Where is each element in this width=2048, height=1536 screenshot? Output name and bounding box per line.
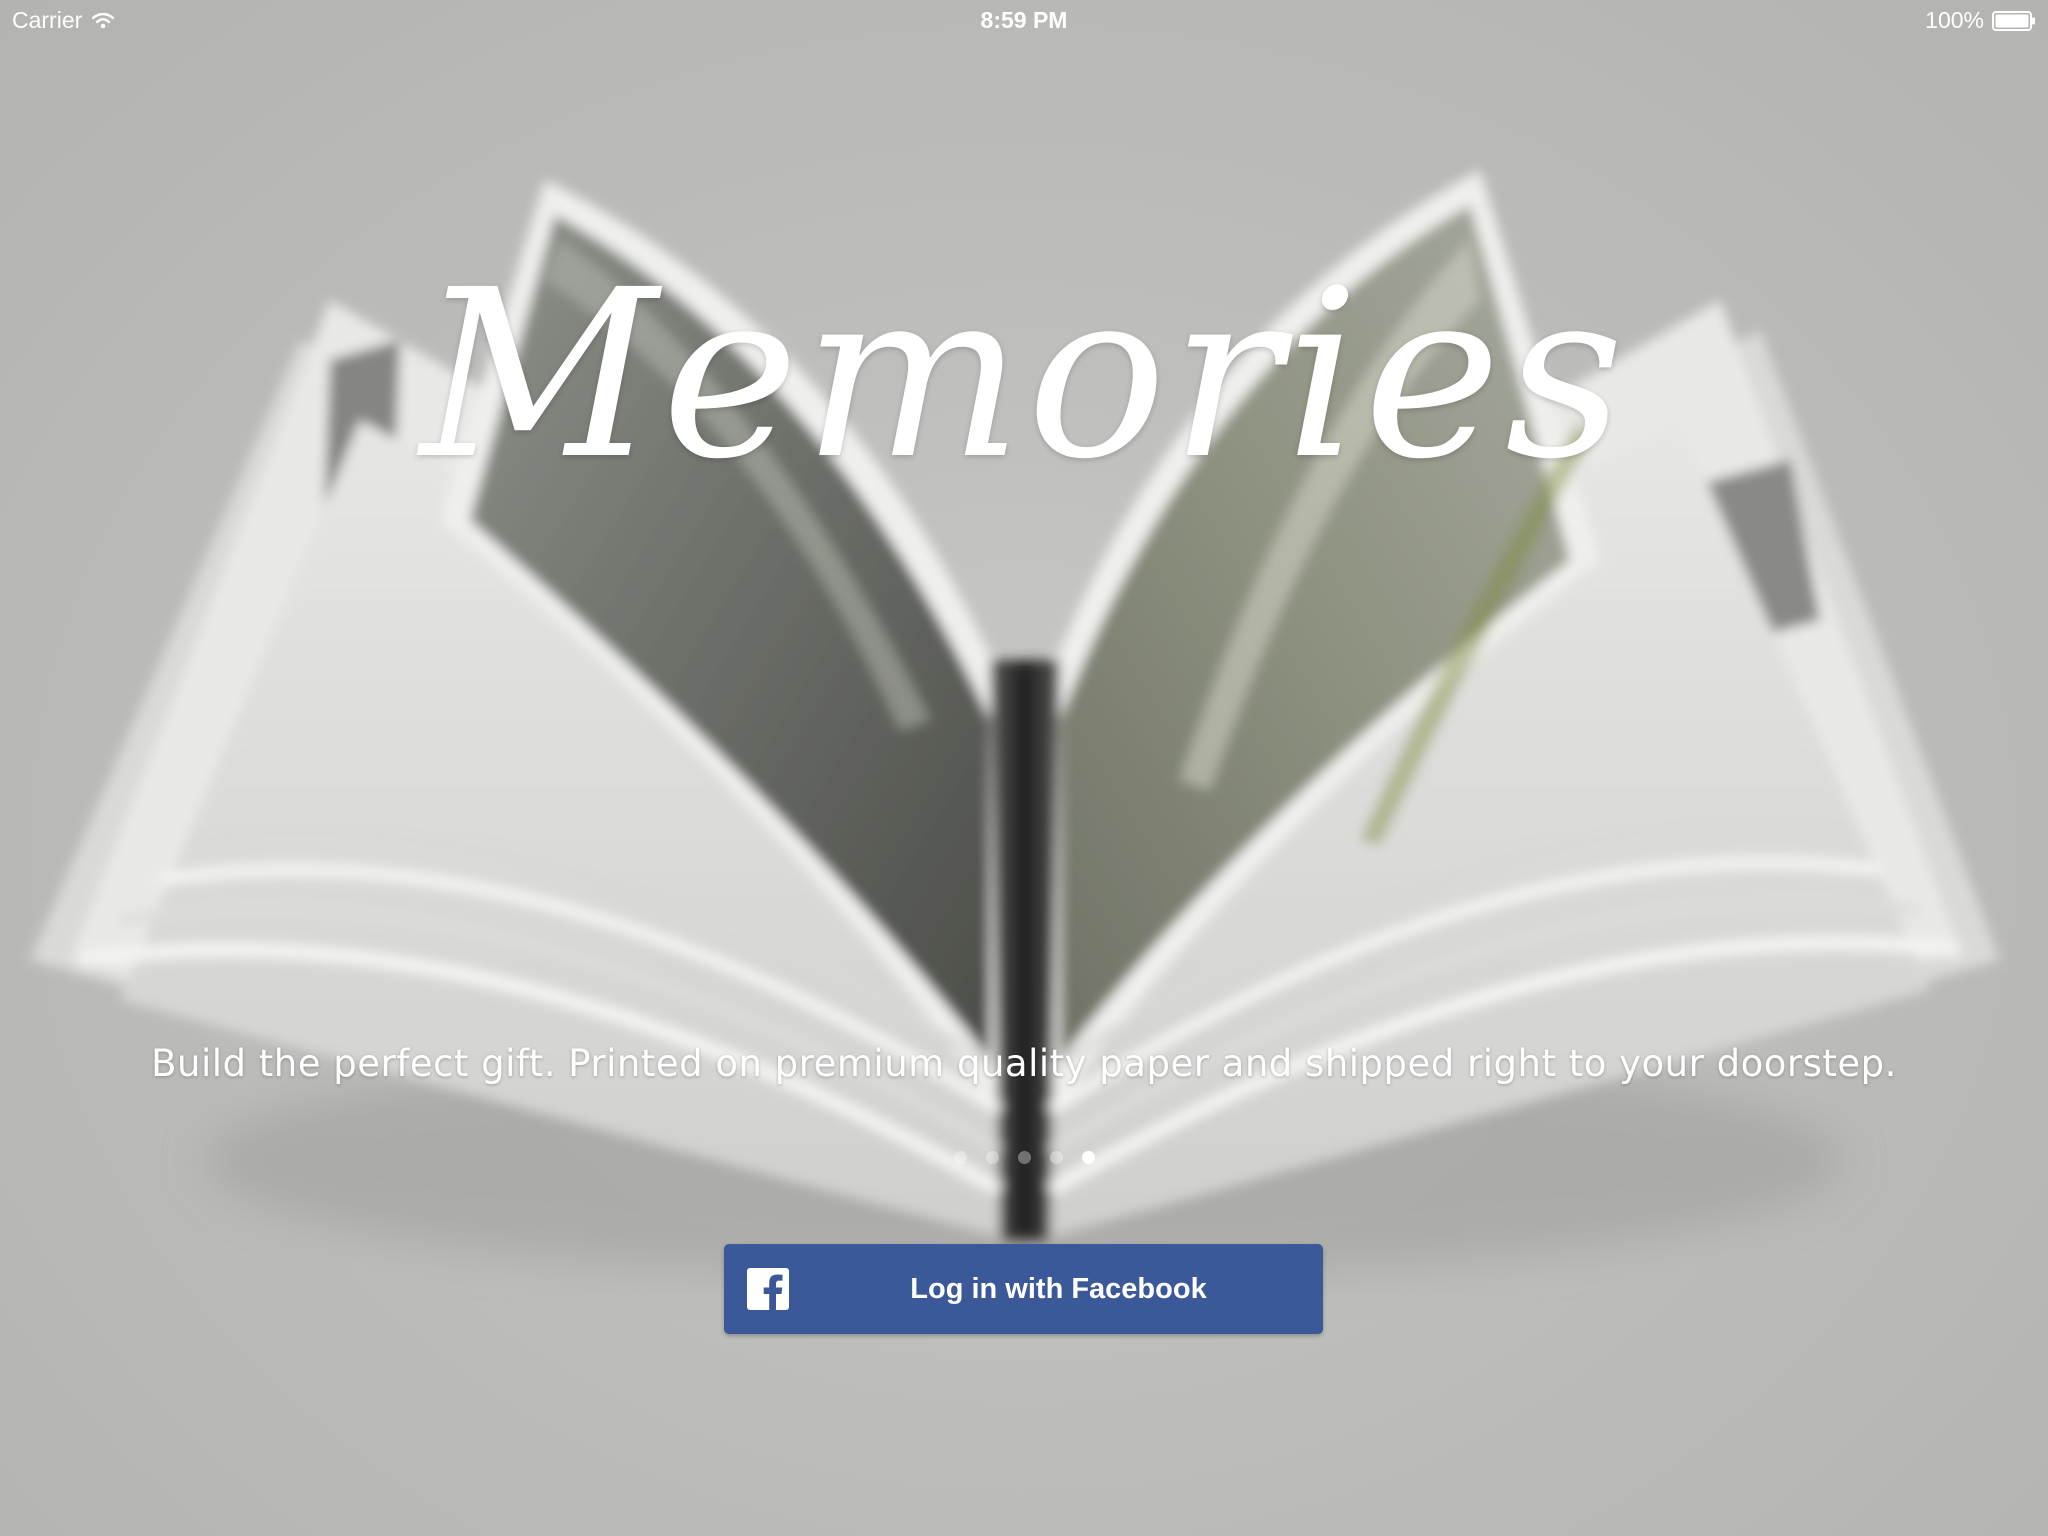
- battery-icon: [1992, 10, 2035, 31]
- page-control[interactable]: [0, 1151, 2048, 1164]
- battery-percent: 100%: [1925, 7, 1984, 33]
- facebook-login-button[interactable]: Log in with Facebook: [724, 1244, 1323, 1334]
- facebook-login-label: Log in with Facebook: [910, 1273, 1207, 1305]
- page-dot-4[interactable]: [1049, 1151, 1063, 1164]
- status-time: 8:59 PM: [980, 7, 1068, 33]
- app-title: Memories: [420, 240, 1628, 510]
- tagline: Build the perfect gift. Printed on premi…: [151, 1042, 1897, 1085]
- page-dot-3[interactable]: [1017, 1151, 1031, 1164]
- status-bar: Carrier 8:59 PM 100%: [0, 0, 2048, 40]
- facebook-icon: [747, 1268, 789, 1310]
- battery-indicator: 100%: [1925, 7, 2036, 34]
- page-dot-2[interactable]: [985, 1151, 999, 1164]
- page-dot-5-active[interactable]: [1081, 1151, 1095, 1164]
- page-dot-1[interactable]: [953, 1151, 967, 1164]
